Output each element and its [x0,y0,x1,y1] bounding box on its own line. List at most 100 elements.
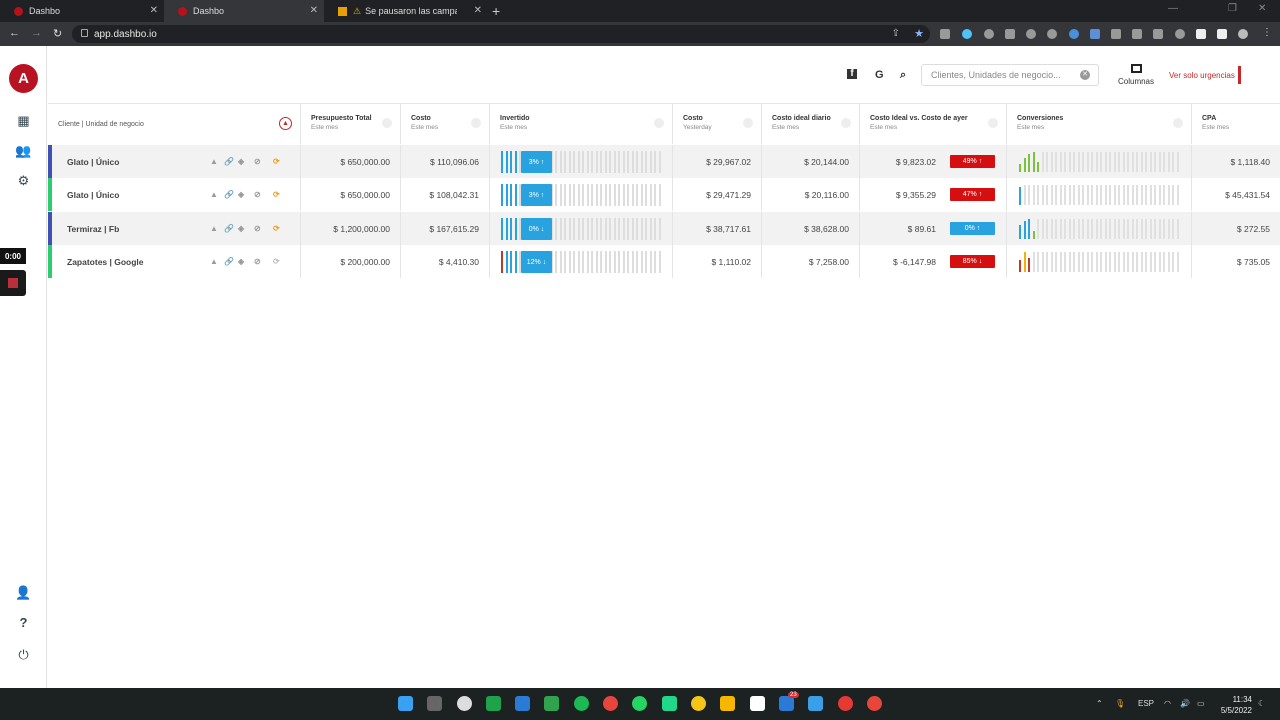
chrome-icon[interactable] [603,696,618,711]
extension-icon[interactable] [1005,29,1015,39]
urgent-only-toggle[interactable]: Ver solo urgencias [1169,71,1235,80]
column-header-cost[interactable]: Costo Este mes [401,104,490,144]
close-window-icon[interactable]: ✕ [1258,3,1266,14]
task-view-icon[interactable] [427,696,442,711]
browser-tab-3[interactable]: ⚠ Se pausaron las campañas ✕ [324,0,488,22]
minimize-icon[interactable]: — [1168,3,1178,14]
file-explorer-icon[interactable] [720,696,735,711]
sort-icon[interactable] [988,118,998,128]
language-indicator[interactable]: ESP [1138,699,1154,708]
table-row[interactable]: Glato | Único ▲ 🔗 ◈ ⊘ ⟳ $ 650,000.00 $ 108… [48,178,1280,211]
help-icon[interactable]: ? [15,614,32,631]
sync-icon[interactable]: ⟳ [273,190,280,199]
dashbo-logo[interactable]: A [9,64,38,93]
side-panel-icon[interactable] [1217,29,1227,39]
restore-icon[interactable]: ❐ [1228,3,1237,14]
browser-tab-2[interactable]: Dashbo ✕ [164,0,324,22]
table-row[interactable]: Termiraz | Fb ▲ 🔗 ◈ ⊘ ⟳ $ 1,200,000.00 $ 1… [48,212,1280,245]
extension-icon[interactable] [1069,29,1079,39]
google-filter-icon[interactable]: G [875,69,884,81]
sort-icon[interactable] [841,118,851,128]
new-tab-icon[interactable]: + [492,3,500,19]
tag-icon[interactable]: ◈ [238,257,244,266]
notion-icon[interactable] [750,696,765,711]
notifications-off-icon[interactable]: ⊘ [254,190,261,199]
link-icon[interactable]: 🔗 [224,257,234,266]
stop-recording-button[interactable] [0,270,26,296]
client-cell[interactable]: Glato | Único ▲ 🔗 ◈ ⊘ ⟳ [48,145,301,178]
start-menu-icon[interactable] [398,696,413,711]
browser-tab-1[interactable]: Dashbo ✕ [0,0,164,22]
building-icon[interactable]: ▦ [15,112,32,129]
browser-menu-icon[interactable]: ⋮ [1262,27,1272,38]
users-icon[interactable]: 👥 [15,142,32,159]
sort-icon[interactable] [654,118,664,128]
extensions-puzzle-icon[interactable] [1196,29,1206,39]
column-header-cost-yesterday[interactable]: Costo Yesterday [673,104,762,144]
app-icon[interactable] [808,696,823,711]
column-header-client[interactable]: Cliente | Unidad de negocio ▲ [48,104,301,144]
close-tab-icon[interactable]: ✕ [310,5,318,16]
column-header-cpa[interactable]: CPA Este mes [1192,104,1280,144]
extension-icon[interactable] [1026,29,1036,39]
meet-icon[interactable] [544,696,559,711]
chat-app-icon[interactable] [486,696,501,711]
close-tab-icon[interactable]: ✕ [474,5,482,16]
notifications-icon[interactable]: ☾ [1258,699,1265,708]
tag-icon[interactable]: ◈ [238,157,244,166]
app-icon[interactable] [457,696,472,711]
user-icon[interactable]: 👤 [15,584,32,601]
extension-icon[interactable] [940,29,950,39]
forward-icon[interactable]: → [31,27,42,39]
bookmark-star-icon[interactable]: ★ [914,27,924,40]
link-icon[interactable]: 🔗 [224,224,234,233]
warning-icon[interactable]: ▲ [210,190,218,199]
column-header-invested[interactable]: Invertido Este mes [490,104,673,144]
extension-icon[interactable] [1090,29,1100,39]
clear-search-icon[interactable]: ✕ [1080,70,1090,80]
reload-icon[interactable]: ↻ [53,27,62,40]
spotify-icon[interactable] [574,696,589,711]
sort-up-icon[interactable]: ▲ [279,117,292,130]
client-cell[interactable]: Termiraz | Fb ▲ 🔗 ◈ ⊘ ⟳ [48,212,301,245]
share-icon[interactable]: ⇪ [892,28,900,39]
extension-icon[interactable] [1175,29,1185,39]
column-header-conversions[interactable]: Conversiones Este mes [1007,104,1192,144]
sort-icon[interactable] [382,118,392,128]
extension-icon[interactable] [1111,29,1121,39]
tag-icon[interactable]: ◈ [238,224,244,233]
sync-icon[interactable]: ⟳ [273,224,280,233]
column-header-ideal-vs-yesterday[interactable]: Costo Ideal vs. Costo de ayer Este mes [860,104,1007,144]
extension-icon[interactable] [962,29,972,39]
pycharm-icon[interactable] [662,696,677,711]
table-row[interactable]: Glato | Único ▲ 🔗 ◈ ⊘ ⟳ $ 650,000.00 $ 110… [48,145,1280,178]
table-row[interactable]: Zapatotes | Google ▲ 🔗 ◈ ⊘ ⟳ $ 200,000.00… [48,245,1280,278]
warning-icon[interactable]: ▲ [210,157,218,166]
address-bar[interactable]: app.dashbo.io ⇪ ★ [72,25,930,43]
client-cell[interactable]: Glato | Único ▲ 🔗 ◈ ⊘ ⟳ [48,178,301,211]
volume-icon[interactable]: 🔊 [1180,699,1190,708]
link-icon[interactable]: 🔗 [224,157,234,166]
notifications-off-icon[interactable]: ⊘ [254,224,261,233]
chrome-profile-icon[interactable] [867,696,882,711]
warning-icon[interactable]: ▲ [210,224,218,233]
sort-icon[interactable] [743,118,753,128]
extension-icon[interactable] [984,29,994,39]
calendar-icon[interactable] [515,696,530,711]
client-cell[interactable]: Zapatotes | Google ▲ 🔗 ◈ ⊘ ⟳ [48,245,301,278]
microphone-icon[interactable]: 🎙 [1115,699,1125,708]
link-icon[interactable]: 🔗 [224,190,234,199]
power-icon[interactable]: ⏻ [15,646,32,663]
app-icon[interactable] [691,696,706,711]
extension-icon[interactable] [1153,29,1163,39]
close-tab-icon[interactable]: ✕ [150,5,158,16]
back-icon[interactable]: ← [9,27,20,39]
column-header-budget[interactable]: Presupuesto Total Este mes [301,104,401,144]
profile-avatar-icon[interactable] [1238,29,1248,39]
tag-icon[interactable]: ◈ [238,190,244,199]
clock[interactable]: 11:34 5/5/2022 [1216,694,1252,716]
youtube-music-icon[interactable] [838,696,853,711]
columns-button[interactable]: Columnas [1114,64,1158,86]
sort-icon[interactable] [471,118,481,128]
whatsapp-icon[interactable] [632,696,647,711]
